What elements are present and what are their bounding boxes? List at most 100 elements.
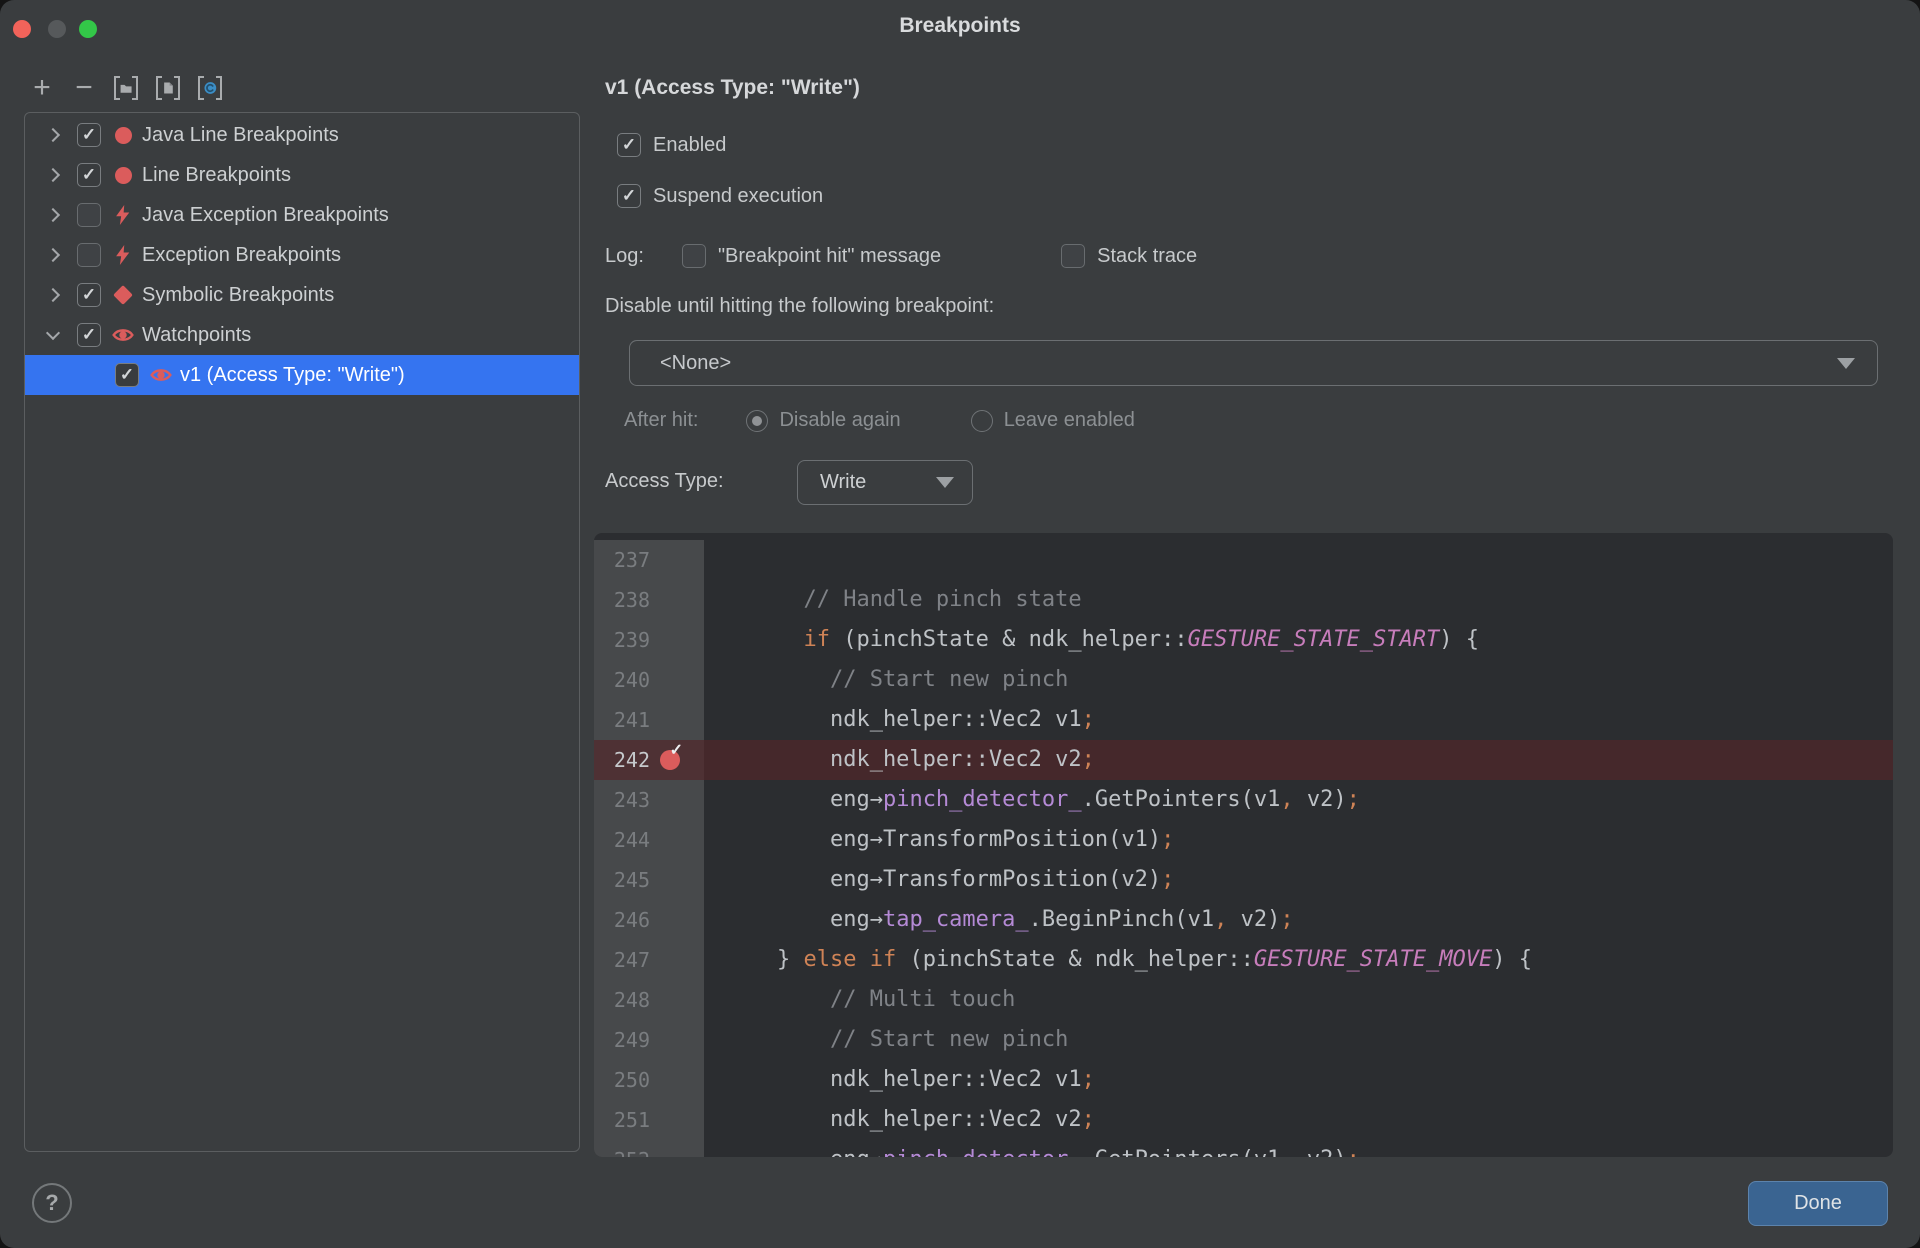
gutter-cell[interactable]: 237	[594, 540, 704, 580]
tree-item-label: Symbolic Breakpoints	[142, 283, 335, 306]
gutter-cell[interactable]: 246	[594, 900, 704, 940]
gutter-cell[interactable]: 242	[594, 740, 704, 780]
file-icon	[164, 82, 173, 94]
tree-item-checkbox[interactable]	[77, 163, 101, 187]
code-preview-editor[interactable]: 237 238 // Handle pinch state 239 if (pinc…	[594, 533, 1893, 1157]
add-breakpoint-button[interactable]: +	[30, 73, 54, 103]
chevron-right-icon[interactable]	[41, 167, 65, 183]
code-line-242: 242 ndk_helper::Vec2 v2;	[594, 740, 1893, 780]
question-mark-icon: ?	[45, 1190, 59, 1215]
enabled-label: Enabled	[653, 133, 727, 156]
gutter-cell[interactable]: 247	[594, 940, 704, 980]
help-button[interactable]: ?	[32, 1183, 72, 1223]
code-text: } else if (pinchState & ndk_helper::GEST…	[724, 947, 1533, 972]
remove-breakpoint-button[interactable]: −	[72, 73, 96, 103]
code-line-247: 247 } else if (pinchState & ndk_helper::…	[594, 940, 1893, 980]
leave-enabled-label: Leave enabled	[1003, 409, 1135, 431]
tree-item-exception-breakpoints[interactable]: Exception Breakpoints	[25, 235, 579, 275]
chevron-right-icon[interactable]	[41, 287, 65, 303]
exception-bolt-icon	[112, 244, 134, 266]
done-button[interactable]: Done	[1748, 1181, 1888, 1226]
chevron-right-icon[interactable]	[41, 207, 65, 223]
disable-again-label: Disable again	[779, 409, 901, 431]
verified-watchpoint-icon[interactable]	[660, 743, 683, 770]
code-line-246: 246 eng→tap_camera_.BeginPinch(v1, v2);	[594, 900, 1893, 940]
gutter-cell[interactable]: 244	[594, 820, 704, 860]
after-hit-row: After hit: Disable again Leave enabled	[624, 409, 1135, 432]
group-by-class-button[interactable]	[198, 74, 223, 102]
chevron-down-icon	[936, 477, 954, 488]
log-label: Log:	[605, 244, 644, 267]
line-number: 243	[613, 788, 650, 812]
tree-item-symbolic-breakpoints[interactable]: Symbolic Breakpoints	[25, 275, 579, 315]
gutter-cell[interactable]: 251	[594, 1100, 704, 1140]
line-number: 246	[613, 908, 650, 932]
line-number: 244	[613, 828, 650, 852]
code-text: ndk_helper::Vec2 v1;	[724, 1067, 1095, 1092]
symbolic-diamond-icon	[112, 284, 134, 306]
tree-item-label: Exception Breakpoints	[142, 243, 342, 266]
gutter-cell[interactable]: 241	[594, 700, 704, 740]
line-number: 242	[613, 748, 650, 772]
tree-item-label: Java Line Breakpoints	[142, 123, 339, 146]
code-line-237: 237	[594, 540, 1893, 580]
code-line-241: 241 ndk_helper::Vec2 v1;	[594, 700, 1893, 740]
tree-item-checkbox[interactable]	[77, 323, 101, 347]
code-text: ndk_helper::Vec2 v2;	[724, 1107, 1095, 1132]
disable-until-dropdown[interactable]: <None>	[629, 340, 1878, 386]
breakpoint-tree[interactable]: Java Line Breakpoints Line Breakpoints Jav…	[24, 112, 580, 1152]
code-text: eng→pinch_detector_.GetPointers(v1, v2);	[724, 787, 1360, 812]
enabled-checkbox[interactable]	[617, 133, 641, 157]
disable-until-value: <None>	[660, 351, 732, 374]
group-by-package-button[interactable]	[114, 74, 138, 102]
tree-item-label: Java Exception Breakpoints	[142, 203, 389, 226]
code-line-250: 250 ndk_helper::Vec2 v1;	[594, 1060, 1893, 1100]
suspend-execution-checkbox[interactable]	[617, 184, 641, 208]
stack-trace-checkbox[interactable]	[1061, 244, 1086, 268]
window-title: Breakpoints	[899, 14, 1021, 37]
tree-item-checkbox[interactable]	[77, 283, 101, 307]
breakpoints-toolbar: + −	[30, 72, 223, 104]
suspend-execution-label: Suspend execution	[653, 184, 824, 207]
folder-icon	[120, 84, 132, 93]
chevron-right-icon[interactable]	[41, 127, 65, 143]
access-type-label: Access Type:	[605, 470, 724, 492]
gutter-cell[interactable]: 248	[594, 980, 704, 1020]
code-text: eng→TransformPosition(v1);	[724, 827, 1175, 852]
code-text: // Handle pinch state	[724, 587, 1082, 612]
gutter-cell[interactable]: 250	[594, 1060, 704, 1100]
line-number: 249	[613, 1028, 650, 1052]
tree-item-v1-access-type-write[interactable]: v1 (Access Type: "Write")	[25, 355, 579, 395]
chevron-right-icon[interactable]	[41, 247, 65, 263]
gutter-cell[interactable]: 249	[594, 1020, 704, 1060]
gutter-cell[interactable]: 239	[594, 620, 704, 660]
tree-item-java-exception-breakpoints[interactable]: Java Exception Breakpoints	[25, 195, 579, 235]
code-text: ndk_helper::Vec2 v2;	[704, 740, 1893, 780]
chevron-down-icon[interactable]	[41, 325, 65, 341]
breakpoint-hit-message-checkbox[interactable]	[681, 244, 706, 268]
right-bracket-icon	[216, 76, 223, 100]
gutter-cell[interactable]: 240	[594, 660, 704, 700]
gutter-cell[interactable]: 243	[594, 780, 704, 820]
tree-item-checkbox[interactable]	[115, 363, 139, 387]
group-by-file-button[interactable]	[156, 74, 180, 102]
tree-item-line-breakpoints[interactable]: Line Breakpoints	[25, 155, 579, 195]
leave-enabled-radio[interactable]	[970, 409, 993, 432]
tree-item-java-line-breakpoints[interactable]: Java Line Breakpoints	[25, 115, 579, 155]
watchpoint-eye-icon	[112, 324, 134, 346]
watchpoint-eye-icon	[150, 364, 172, 386]
line-number: 248	[613, 988, 650, 1012]
tree-item-watchpoints[interactable]: Watchpoints	[25, 315, 579, 355]
gutter-cell[interactable]: 245	[594, 860, 704, 900]
titlebar: Breakpoints	[0, 0, 1920, 56]
gutter-cell[interactable]: 238	[594, 580, 704, 620]
code-line-238: 238 // Handle pinch state	[594, 580, 1893, 620]
right-bracket-icon	[132, 76, 138, 100]
disable-again-radio[interactable]	[746, 409, 769, 432]
tree-item-checkbox[interactable]	[77, 123, 101, 147]
line-number: 239	[613, 628, 650, 652]
tree-item-checkbox[interactable]	[77, 203, 101, 227]
access-type-combobox[interactable]: Write	[797, 460, 973, 505]
gutter-cell[interactable]: 252	[594, 1140, 704, 1157]
tree-item-checkbox[interactable]	[77, 243, 101, 267]
